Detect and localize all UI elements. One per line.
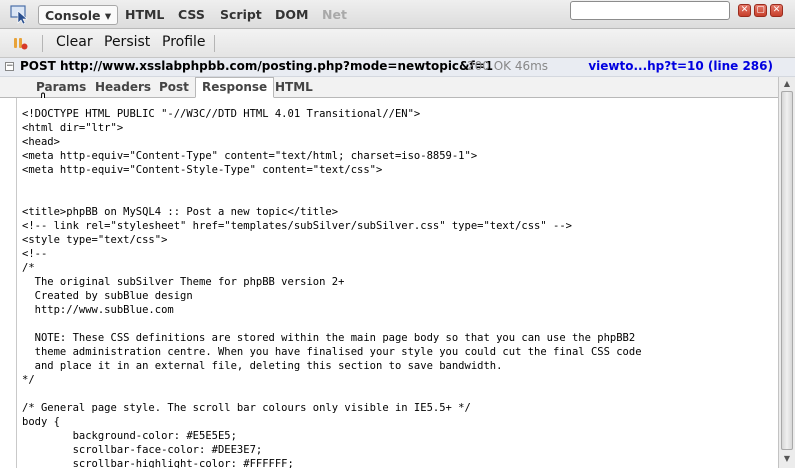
response-line: <style type="text/css"> [22,234,168,246]
response-body[interactable]: <!DOCTYPE HTML PUBLIC "-//W3C//DTD HTML … [16,98,778,468]
response-line: scrollbar-face-color: #DEE3E7; [22,444,263,456]
response-line: <meta http-equiv="Content-Type" content=… [22,150,478,162]
scroll-down-icon[interactable]: ▼ [781,453,793,465]
response-line: <meta http-equiv="Content-Style-Type" co… [22,164,383,176]
minimize-button[interactable]: ✕ [738,4,751,17]
response-line: <!DOCTYPE HTML PUBLIC "-//W3C//DTD HTML … [22,108,421,120]
request-detail-tabs: Params Headers Post Response HTML [0,77,778,98]
close-button[interactable]: ✕ [770,4,783,17]
tab-html-preview[interactable]: HTML [275,80,313,94]
response-line [22,387,642,401]
persist-button[interactable]: Persist [104,34,150,50]
tab-css[interactable]: CSS [178,5,205,25]
response-line [22,317,642,331]
tab-console[interactable]: Console ▾ [38,5,119,25]
response-line: background-color: #E5E5E5; [22,430,237,442]
response-line: body { [22,416,60,428]
response-line: NOTE: These CSS definitions are stored w… [22,332,636,344]
tab-response[interactable]: Response [195,77,275,98]
response-line: <head> [22,136,60,148]
scrollbar-thumb[interactable] [781,91,793,450]
request-status: 200 OK 46ms [467,59,549,73]
inspect-icon[interactable] [9,3,31,25]
response-line: http://www.subBlue.com [22,304,174,316]
response-line: theme administration centre. When you ha… [22,346,642,358]
response-line [22,191,642,205]
request-row[interactable]: − POST http://www.xsslabphpbb.com/postin… [0,58,795,77]
toolbar-divider [214,35,215,52]
clear-button[interactable]: Clear [56,34,93,50]
scroll-up-icon[interactable]: ▲ [781,78,793,90]
request-method-url[interactable]: POST http://www.xsslabphpbb.com/posting.… [20,59,493,73]
tab-post[interactable]: Post [159,80,189,94]
profile-button[interactable]: Profile [162,34,206,50]
vertical-scrollbar[interactable]: ▲ ▼ [778,77,795,468]
response-line: Created by subBlue design [22,290,193,302]
console-toolbar: Clear Persist Profile [0,29,795,58]
response-line: <html dir="ltr"> [22,122,124,134]
break-on-errors-icon[interactable] [12,35,28,51]
toolbar-divider [42,35,43,52]
detach-button[interactable]: ▢ [754,4,767,17]
response-source: <!DOCTYPE HTML PUBLIC "-//W3C//DTD HTML … [22,107,642,468]
response-line: <!-- [22,248,48,260]
tab-html[interactable]: HTML [125,5,164,25]
response-line: /* [22,262,35,274]
tab-script[interactable]: Script [220,5,262,25]
tab-headers[interactable]: Headers [95,80,151,94]
search-input[interactable] [570,1,730,20]
response-line: and place it in an external file, deleti… [22,360,503,372]
response-line: <title>phpBB on MySQL4 :: Post a new top… [22,206,339,218]
tab-dom[interactable]: DOM [275,5,308,25]
source-link[interactable]: viewto...hp?t=10 (line 286) [588,59,773,73]
response-line: /* General page style. The scroll bar co… [22,402,471,414]
response-line: The original subSilver Theme for phpBB v… [22,276,345,288]
firebug-tab-bar: Console ▾ HTML CSS Script DOM Net ✕ ▢ ✕ [0,0,795,29]
tab-net[interactable]: Net [322,5,347,25]
collapse-toggle-icon[interactable]: − [5,62,14,71]
chevron-down-icon: ▾ [104,8,112,23]
response-line: <!-- link rel="stylesheet" href="templat… [22,220,572,232]
response-line: scrollbar-highlight-color: #FFFFFF; [22,458,294,468]
response-line [22,177,642,191]
response-line: */ [22,374,35,386]
